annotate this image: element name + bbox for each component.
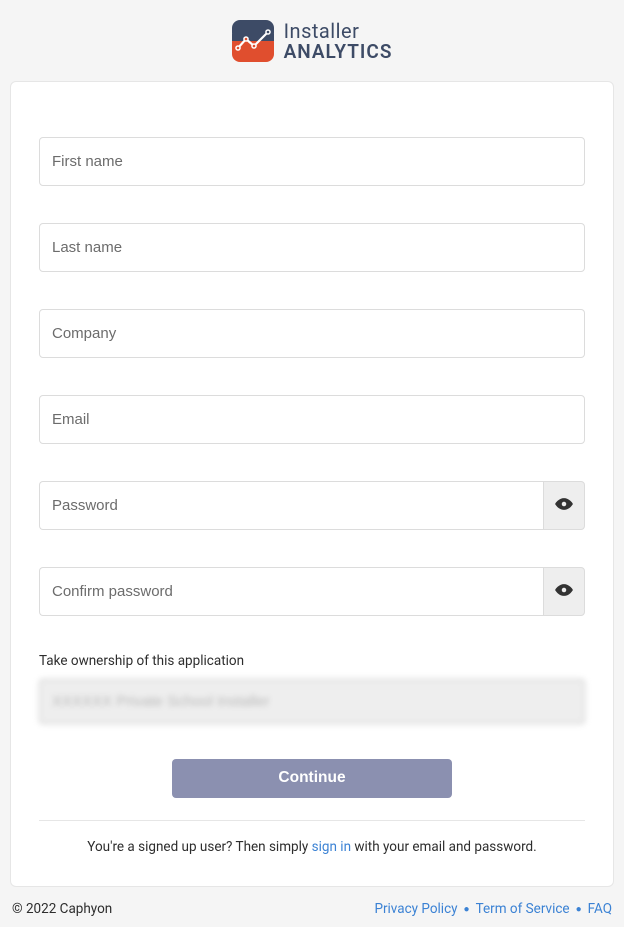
eye-icon xyxy=(555,495,573,516)
logo: Installer ANALYTICS xyxy=(232,20,393,63)
email-input[interactable] xyxy=(39,395,585,444)
ownership-label: Take ownership of this application xyxy=(39,653,585,669)
signin-prefix: You're a signed up user? Then simply xyxy=(87,839,311,855)
signup-card: Take ownership of this application Conti… xyxy=(10,81,614,887)
signin-prompt: You're a signed up user? Then simply sig… xyxy=(39,839,585,855)
company-input[interactable] xyxy=(39,309,585,358)
privacy-policy-link[interactable]: Privacy Policy xyxy=(374,901,457,917)
logo-icon xyxy=(232,20,274,62)
signin-link[interactable]: sign in xyxy=(312,839,351,855)
terms-of-service-link[interactable]: Term of Service xyxy=(476,901,570,917)
footer-separator: ● xyxy=(464,904,470,915)
toggle-confirm-password-visibility-button[interactable] xyxy=(543,567,585,616)
last-name-input[interactable] xyxy=(39,223,585,272)
logo-text-top: Installer xyxy=(284,20,393,42)
footer: © 2022 Caphyon Privacy Policy ● Term of … xyxy=(0,887,624,927)
logo-text: Installer ANALYTICS xyxy=(284,20,393,63)
toggle-password-visibility-button[interactable] xyxy=(543,481,585,530)
eye-icon xyxy=(555,581,573,602)
footer-links: Privacy Policy ● Term of Service ● FAQ xyxy=(374,901,612,917)
password-input[interactable] xyxy=(39,481,543,530)
divider xyxy=(39,820,585,821)
faq-link[interactable]: FAQ xyxy=(588,901,612,917)
continue-button[interactable]: Continue xyxy=(172,759,452,798)
first-name-input[interactable] xyxy=(39,137,585,186)
signin-suffix: with your email and password. xyxy=(351,839,537,855)
logo-text-bottom: ANALYTICS xyxy=(284,42,393,63)
header: Installer ANALYTICS xyxy=(0,0,624,81)
confirm-password-input[interactable] xyxy=(39,567,543,616)
footer-separator: ● xyxy=(576,904,582,915)
ownership-input xyxy=(39,679,585,724)
copyright: © 2022 Caphyon xyxy=(12,901,112,917)
